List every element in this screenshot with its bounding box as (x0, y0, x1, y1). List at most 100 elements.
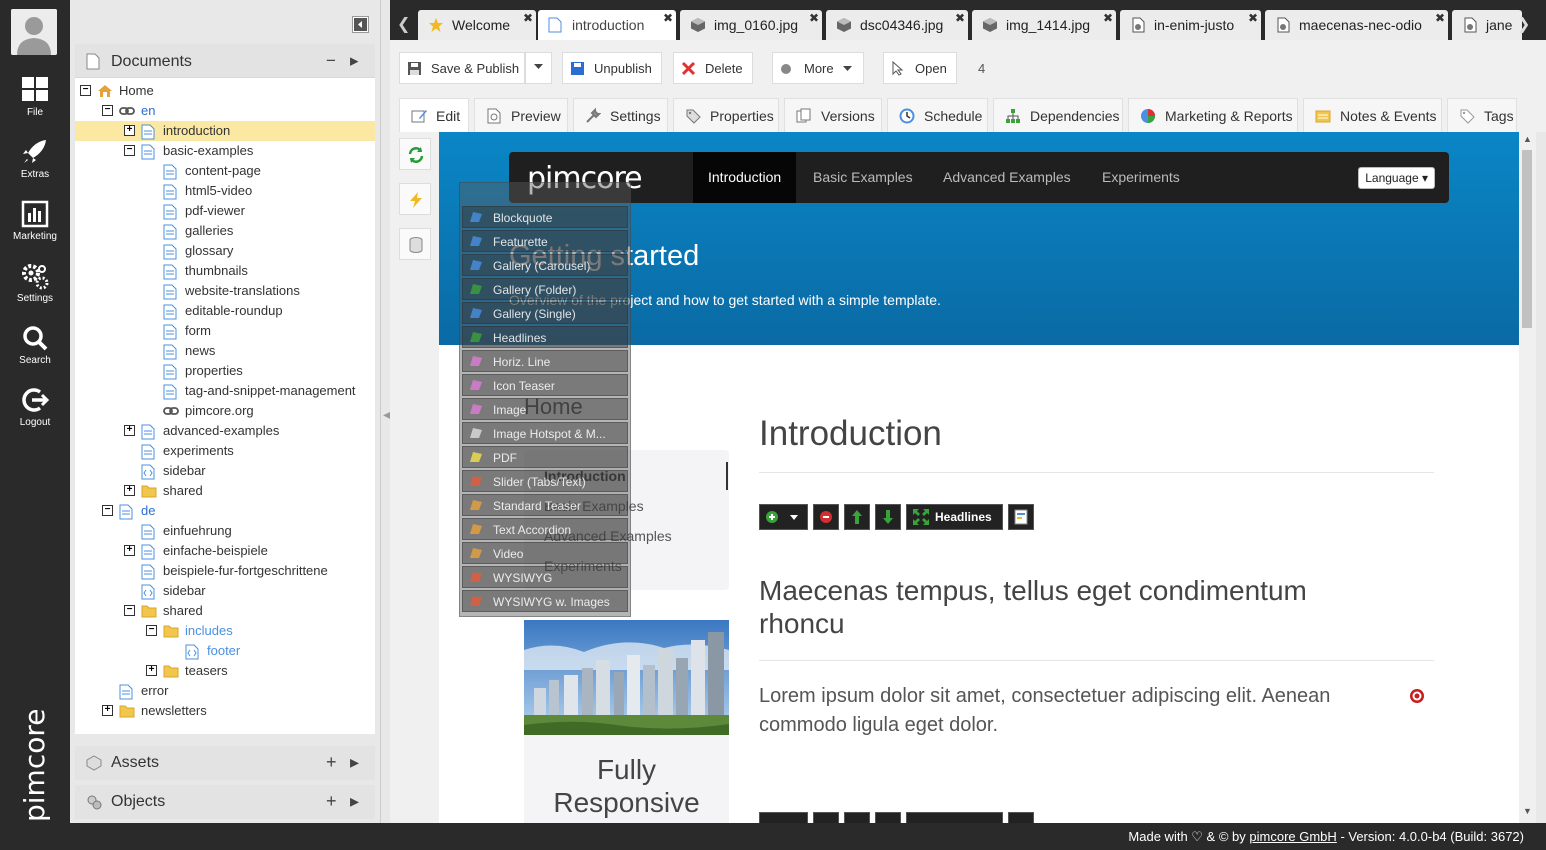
scroll-up-icon[interactable]: ▲ (1523, 134, 1532, 144)
tree-node[interactable]: website-translations (75, 281, 375, 301)
tree-node[interactable]: − shared (75, 601, 375, 621)
tab-7[interactable]: maecenas-nec-odio ✖ (1265, 10, 1448, 40)
close-icon[interactable]: ✖ (523, 11, 533, 25)
extras-menu-button[interactable]: Extras (0, 137, 70, 193)
tree-node[interactable]: experiments (75, 441, 375, 461)
site-nav-experiments[interactable]: Experiments (1102, 152, 1180, 203)
collapse-node-icon[interactable]: − (80, 85, 91, 96)
tab-scroll-right-icon[interactable]: ❯ (1517, 14, 1530, 34)
close-icon[interactable]: ✖ (1435, 11, 1445, 25)
minimize-icon[interactable]: − (326, 51, 336, 71)
tab-3[interactable]: img_0160.jpg ✖ (680, 10, 822, 40)
site-nav-basic-examples[interactable]: Basic Examples (813, 152, 913, 203)
brick-options-button[interactable] (1008, 504, 1034, 530)
tree-node[interactable]: + teasers (75, 661, 375, 681)
user-avatar[interactable] (11, 9, 57, 55)
documents-panel-header[interactable]: Documents − ▸ (75, 44, 375, 78)
subtab-9[interactable]: Notes & Events (1303, 98, 1442, 132)
brick-item[interactable]: Standard Teaser (462, 494, 628, 516)
brick-item[interactable]: Horiz. Line (462, 350, 628, 372)
preview-scrollbar[interactable]: ▲ ▼ (1519, 132, 1536, 823)
collapse-node-icon[interactable]: − (102, 105, 113, 116)
tab-2[interactable]: introduction ✖ (538, 10, 676, 40)
close-icon[interactable]: ✖ (809, 11, 819, 25)
objects-panel-header[interactable]: Objects + ▸ (75, 785, 375, 819)
content-heading[interactable]: Introduction (759, 414, 942, 454)
tree-node[interactable]: properties (75, 361, 375, 381)
tree-node[interactable]: − Home (75, 81, 375, 101)
highlight-editables-button[interactable] (399, 183, 431, 215)
expand-arrow-icon[interactable]: ▸ (350, 791, 359, 812)
brick-type-label[interactable] (906, 812, 1003, 823)
open-button[interactable]: Open (883, 52, 957, 84)
target-icon[interactable] (1409, 688, 1425, 704)
brick-item[interactable]: Headlines (462, 326, 628, 348)
tab-scroll-left-icon[interactable]: ❮ (397, 14, 410, 34)
brick-item[interactable]: Gallery (Single) (462, 302, 628, 324)
tree-node[interactable]: pimcore.org (75, 401, 375, 421)
tree-node[interactable]: sidebar (75, 581, 375, 601)
collapse-left-panel-button[interactable] (352, 16, 369, 33)
expand-node-icon[interactable]: + (124, 125, 135, 136)
subtab-5[interactable]: Versions (784, 98, 882, 132)
collapse-node-icon[interactable]: − (124, 605, 135, 616)
brick-item[interactable]: Featurette (462, 230, 628, 252)
search-menu-button[interactable]: Search (0, 323, 70, 379)
move-up-button[interactable] (844, 812, 870, 823)
tree-node[interactable]: − includes (75, 621, 375, 641)
brick-item[interactable]: WYSIWYG w. Images (462, 590, 628, 612)
add-asset-icon[interactable]: + (326, 752, 337, 773)
unpublish-button[interactable]: Unpublish (562, 52, 662, 84)
content-subheading[interactable]: Maecenas tempus, tellus eget condimentum… (759, 574, 1399, 640)
tree-node[interactable]: news (75, 341, 375, 361)
brick-type-label[interactable]: Headlines (906, 504, 1003, 530)
delete-button[interactable]: Delete (673, 52, 753, 84)
file-menu-button[interactable]: File (0, 75, 70, 131)
content-paragraph[interactable]: Lorem ipsum dolor sit amet, consectetuer… (759, 682, 1399, 740)
brick-item[interactable]: Image (462, 398, 628, 420)
tree-node[interactable]: − basic-examples (75, 141, 375, 161)
close-icon[interactable]: ✖ (1103, 11, 1113, 25)
collapse-node-icon[interactable]: − (102, 505, 113, 516)
logout-menu-button[interactable]: Logout (0, 385, 70, 441)
move-down-button[interactable] (875, 812, 901, 823)
expand-node-icon[interactable]: + (124, 425, 135, 436)
assets-panel-header[interactable]: Assets + ▸ (75, 746, 375, 780)
tree-node[interactable]: + newsletters (75, 701, 375, 721)
language-dropdown[interactable]: Language ▾ (1358, 167, 1435, 189)
tree-node[interactable]: error (75, 681, 375, 701)
subtab-2[interactable]: Preview (474, 98, 568, 132)
tree-node[interactable]: thumbnails (75, 261, 375, 281)
expand-arrow-icon[interactable]: ▸ (350, 752, 359, 773)
brick-item[interactable]: Icon Teaser (462, 374, 628, 396)
brick-item[interactable]: Gallery (Carousel) (462, 254, 628, 276)
collapse-node-icon[interactable]: − (146, 625, 157, 636)
tree-node[interactable]: html5-video (75, 181, 375, 201)
collapse-node-icon[interactable]: − (124, 145, 135, 156)
site-nav-advanced-examples[interactable]: Advanced Examples (943, 152, 1071, 203)
brick-options-button[interactable] (1008, 812, 1034, 823)
expand-arrow-icon[interactable]: ▸ (350, 51, 359, 71)
brick-item[interactable]: Video (462, 542, 628, 564)
scrollbar-thumb[interactable] (1522, 150, 1532, 328)
marketing-menu-button[interactable]: Marketing (0, 199, 70, 255)
settings-menu-button[interactable]: Settings (0, 261, 70, 317)
tree-node[interactable]: galleries (75, 221, 375, 241)
save-publish-button[interactable]: Save & Publish (399, 52, 525, 84)
tree-node[interactable]: beispiele-fur-fortgeschrittene (75, 561, 375, 581)
tab-4[interactable]: dsc04346.jpg ✖ (826, 10, 968, 40)
scroll-down-icon[interactable]: ▼ (1523, 806, 1532, 816)
expand-node-icon[interactable]: + (124, 545, 135, 556)
close-icon[interactable]: ✖ (1248, 11, 1258, 25)
expand-node-icon[interactable]: + (102, 705, 113, 716)
subtab-7[interactable]: Dependencies (993, 98, 1123, 132)
subtab-1[interactable]: Edit (399, 98, 469, 132)
move-up-button[interactable] (844, 504, 870, 530)
brick-item[interactable]: WYSIWYG (462, 566, 628, 588)
expand-node-icon[interactable]: + (146, 665, 157, 676)
expand-node-icon[interactable]: + (124, 485, 135, 496)
save-options-dropdown[interactable] (525, 52, 552, 84)
close-icon[interactable]: ✖ (663, 11, 673, 25)
subtab-10[interactable]: Tags (1447, 98, 1517, 132)
brick-item[interactable]: Blockquote (462, 206, 628, 228)
